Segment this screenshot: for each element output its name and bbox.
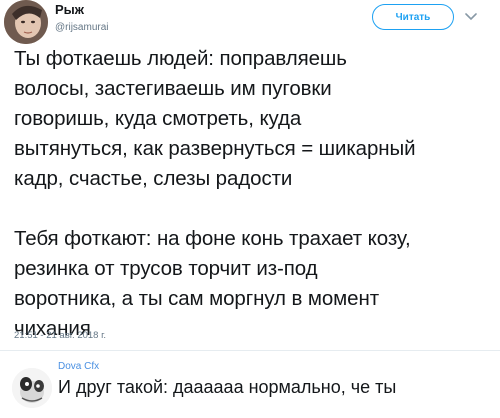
follow-button[interactable]: Читать (372, 4, 454, 30)
reply-text: И друг такой: даааааа нормально, че ты (58, 377, 397, 397)
tweet-line: воротника, а ты сам моргнул в момент (14, 287, 379, 310)
tweet-line: резинка от трусов торчит из-под (14, 257, 318, 280)
tweet-line: кадр, счастье, слезы радости (14, 167, 293, 190)
author-name[interactable]: Рыж (55, 2, 84, 17)
tweet-line: вытянуться, как развернуться = шикарный (14, 137, 416, 160)
tweet-text: Ты фоткаешь людей: поправляешь волосы, з… (14, 44, 494, 344)
author-avatar-image (4, 0, 48, 44)
author-handle[interactable]: @rijsamurai (55, 22, 109, 33)
tweet-line: говоришь, куда смотреть, куда (14, 107, 302, 130)
more-options-button[interactable] (463, 10, 479, 24)
tweet-timestamp[interactable]: 21:51 - 21 авг. 2018 г. (14, 330, 106, 341)
divider (0, 350, 500, 351)
reply-author-name[interactable]: Dova Cfx (58, 361, 99, 372)
reply-avatar-image (12, 368, 52, 408)
tweet-line: Тебя фоткают: на фоне конь трахает козу, (14, 227, 411, 250)
chevron-down-icon (465, 13, 477, 21)
tweet-line: Ты фоткаешь людей: поправляешь (14, 47, 347, 70)
reply-avatar[interactable] (12, 368, 52, 408)
tweet-line: волосы, застегиваешь им пуговки (14, 77, 332, 100)
author-avatar[interactable] (4, 0, 48, 44)
